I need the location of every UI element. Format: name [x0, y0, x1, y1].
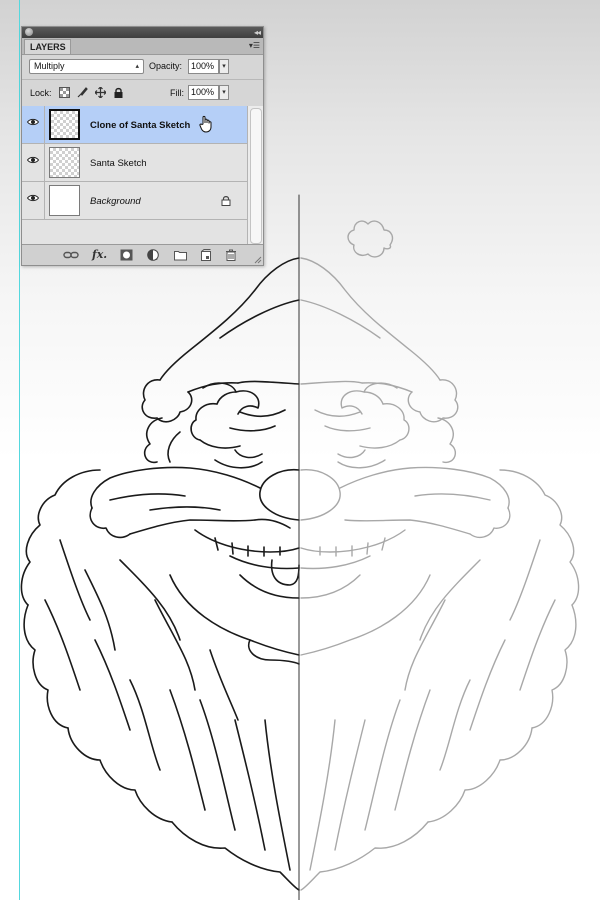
opacity-dropdown-icon[interactable]: ▾: [219, 59, 229, 74]
hand-cursor-icon: [199, 115, 212, 133]
close-icon[interactable]: [25, 28, 33, 36]
updown-arrow-icon: ▴: [135, 63, 139, 70]
eye-icon: [27, 156, 39, 164]
panel-titlebar[interactable]: ◂◂: [22, 27, 263, 38]
trash-icon[interactable]: [225, 249, 237, 261]
santa-sketch-dark-half: [20, 194, 300, 900]
lock-label: Lock:: [30, 88, 52, 98]
visibility-toggle[interactable]: [22, 144, 45, 181]
opacity-label: Opacity:: [149, 61, 183, 71]
lock-row: Lock: Fill: 100% ▾: [22, 80, 263, 107]
tab-layers[interactable]: LAYERS: [24, 39, 71, 54]
layer-thumbnail: [49, 109, 80, 140]
opacity-field[interactable]: 100%: [188, 59, 219, 74]
blend-row: Multiply ▴ Opacity: 100% ▾: [22, 55, 263, 80]
layer-thumbnail: [49, 185, 80, 216]
lock-icon: [221, 196, 231, 206]
layer-name[interactable]: Clone of Santa Sketch: [90, 120, 190, 131]
layers-scrollbar[interactable]: [247, 106, 263, 246]
layer-row-santa-sketch[interactable]: Santa Sketch: [22, 144, 247, 182]
new-group-icon[interactable]: [174, 249, 187, 261]
layer-name[interactable]: Background: [90, 196, 141, 207]
santa-sketch-light-half: [300, 220, 580, 891]
layer-name[interactable]: Santa Sketch: [90, 158, 147, 169]
fill-field[interactable]: 100%: [188, 85, 219, 100]
eye-icon: [27, 118, 39, 126]
panel-tabbar: LAYERS ▾☰: [22, 38, 263, 55]
fill-label: Fill:: [170, 88, 184, 98]
adjustment-layer-icon[interactable]: .: [147, 249, 160, 261]
lock-transparent-pixels-icon[interactable]: [59, 87, 70, 98]
lock-position-icon[interactable]: [95, 87, 106, 98]
lock-all-icon[interactable]: [113, 87, 124, 98]
fill-dropdown-icon[interactable]: ▾: [219, 85, 229, 100]
fx-icon[interactable]: fx.: [92, 249, 107, 261]
layer-thumbnail: [49, 147, 80, 178]
blend-mode-value: Multiply: [34, 61, 65, 71]
layers-panel: ◂◂ LAYERS ▾☰ Multiply ▴ Opacity: 100% ▾ …: [21, 26, 264, 266]
collapse-icon[interactable]: ◂◂: [254, 27, 261, 38]
panel-bottom-toolbar: fx. .: [22, 244, 263, 265]
lock-image-pixels-icon[interactable]: [77, 87, 88, 98]
link-layers-icon[interactable]: [63, 249, 79, 261]
panel-menu-icon[interactable]: ▾☰: [249, 40, 260, 51]
layer-mask-icon[interactable]: [120, 249, 133, 261]
layer-row-clone-of-santa-sketch[interactable]: Clone of Santa Sketch: [22, 106, 247, 144]
layers-list: Clone of Santa Sketch Santa Sketch Backg…: [22, 106, 247, 246]
visibility-toggle[interactable]: [22, 182, 45, 219]
visibility-toggle[interactable]: [22, 106, 45, 143]
guide-line: [19, 0, 20, 900]
eye-icon: [27, 194, 39, 202]
new-layer-icon[interactable]: [200, 249, 212, 261]
layer-row-background[interactable]: Background: [22, 182, 247, 220]
blend-mode-select[interactable]: Multiply ▴: [29, 59, 144, 74]
svg-text:.: .: [156, 255, 158, 261]
resize-grip-icon[interactable]: [254, 256, 262, 264]
scroll-thumb[interactable]: [250, 108, 262, 244]
